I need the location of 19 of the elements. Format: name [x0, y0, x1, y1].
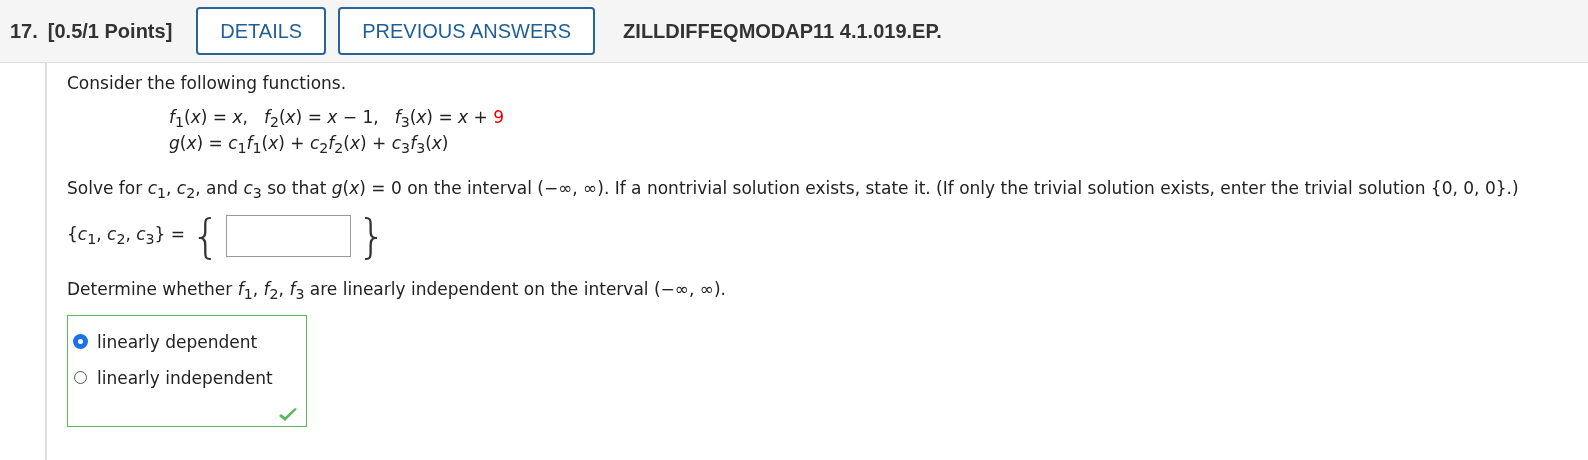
answer-label: {c$_{1}$, c$_{2}$, c$_{3}$} =: [67, 224, 186, 248]
question-text: Determine whether f$_{1}$, f$_{2}$, f$_{3}$ are linearly independent on the interval (−∞, ∞).: [67, 279, 727, 305]
answer-field[interactable]: [226, 215, 352, 258]
question-number: 17.: [10, 19, 38, 43]
function-definition: f$_{2}$(x) = x − 1,: [263, 107, 379, 133]
intro-text: Consider the following functions.: [67, 72, 348, 93]
open-brace: {: [191, 213, 221, 260]
details-button[interactable]: DETAILS: [196, 7, 327, 55]
radio-option[interactable]: linearly dependent: [68, 323, 306, 360]
function-definition: f$_{3}$(x) = x + 9: [394, 107, 504, 133]
close-brace: }: [357, 213, 387, 260]
previous-answers-button[interactable]: PREVIOUS ANSWERS: [338, 7, 596, 55]
combination-formula: g(x) = c$_{1}$f$_{1}$(x) + c$_{2}$f$_{2}$(x) + c$_{3}$f$_{3}$(x): [169, 133, 449, 159]
instruction-text: Solve for c$_{1}$, c$_{2}$, and c$_{3}$ so that g(x) = 0 on the interval (−∞, ∞). If a nontrivial solution exists, state it. (If only the trivial solution exists, enter the trivial solution {0, 0, 0}.): [67, 177, 1520, 204]
points-label: [0.5/1 Points]: [47, 19, 173, 43]
radio-button[interactable]: [74, 335, 87, 349]
problem-code: ZILLDIFFEQMODAP11 4.1.019.EP.: [623, 19, 942, 43]
radio-option[interactable]: linearly independent: [68, 359, 306, 396]
function-definition: f$_{1}$(x) = x,: [169, 107, 248, 133]
